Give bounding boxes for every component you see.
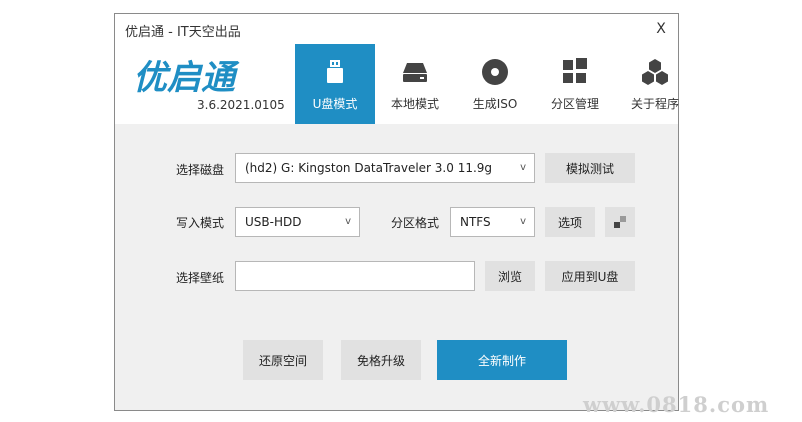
restore-space-button[interactable]: 还原空间 [243,340,323,380]
mode-nav: U盘模式 本地模式 生成ISO 分区管理 关于程序 [295,44,695,124]
apply-to-usb-button[interactable]: 应用到U盘 [545,261,635,291]
close-button[interactable]: X [644,14,678,44]
extra-toggle-button[interactable] [605,207,635,237]
tab-about-label: 关于程序 [630,97,679,111]
tab-generate-iso[interactable]: 生成ISO [455,44,535,124]
tab-usb-mode-label: U盘模式 [312,97,358,111]
chevron-down-icon: v [520,216,526,227]
usb-mode-panel: 选择磁盘 (hd2) G: Kingston DataTraveler 3.0 … [115,124,678,410]
partition-grid-icon [563,58,587,83]
wallpaper-input[interactable] [235,261,475,291]
disk-select-value: (hd2) G: Kingston DataTraveler 3.0 11.9g [245,161,493,175]
tab-partition-manager-label: 分区管理 [550,97,599,111]
partition-format-value: NTFS [460,215,491,229]
usb-drive-icon [327,60,343,83]
tab-generate-iso-label: 生成ISO [472,97,518,111]
simulate-test-button[interactable]: 模拟测试 [545,153,635,183]
chevron-down-icon: v [345,216,351,227]
tab-local-mode-label: 本地模式 [390,97,439,111]
chevron-down-icon: v [520,162,526,173]
window-title: 优启通 - IT天空出品 [125,25,241,40]
write-mode-value: USB-HDD [245,215,302,229]
upgrade-button[interactable]: 免格升级 [341,340,421,380]
tab-partition-manager[interactable]: 分区管理 [535,44,615,124]
version-label: 3.6.2021.0105 [197,98,285,112]
disc-icon [482,59,508,85]
wallpaper-label: 选择壁纸 [176,271,225,285]
partition-format-label: 分区格式 [391,216,440,230]
browse-button[interactable]: 浏览 [485,261,535,291]
partition-format-select[interactable]: NTFS v [450,207,535,237]
app-header: 优启通 3.6.2021.0105 U盘模式 本地模式 生成ISO 分区管理 关… [115,44,679,124]
hard-drive-icon [403,63,427,82]
hexagon-cluster-icon [642,59,668,85]
logo-text: 优启通 [133,58,240,96]
options-button[interactable]: 选项 [545,207,595,237]
tab-local-mode[interactable]: 本地模式 [375,44,455,124]
write-mode-select[interactable]: USB-HDD v [235,207,360,237]
write-mode-label: 写入模式 [176,216,225,230]
site-watermark: www.0818.com [583,392,770,417]
app-window: 优启通 - IT天空出品 X 优启通 3.6.2021.0105 U盘模式 本地… [114,13,679,411]
disk-label: 选择磁盘 [176,163,225,177]
tab-about[interactable]: 关于程序 [615,44,695,124]
pixel-squares-icon [614,216,626,228]
app-logo: 优启通 [133,58,240,96]
create-new-button[interactable]: 全新制作 [437,340,567,380]
tab-usb-mode[interactable]: U盘模式 [295,44,375,124]
title-bar[interactable]: 优启通 - IT天空出品 X [115,14,678,44]
disk-select[interactable]: (hd2) G: Kingston DataTraveler 3.0 11.9g… [235,153,535,183]
